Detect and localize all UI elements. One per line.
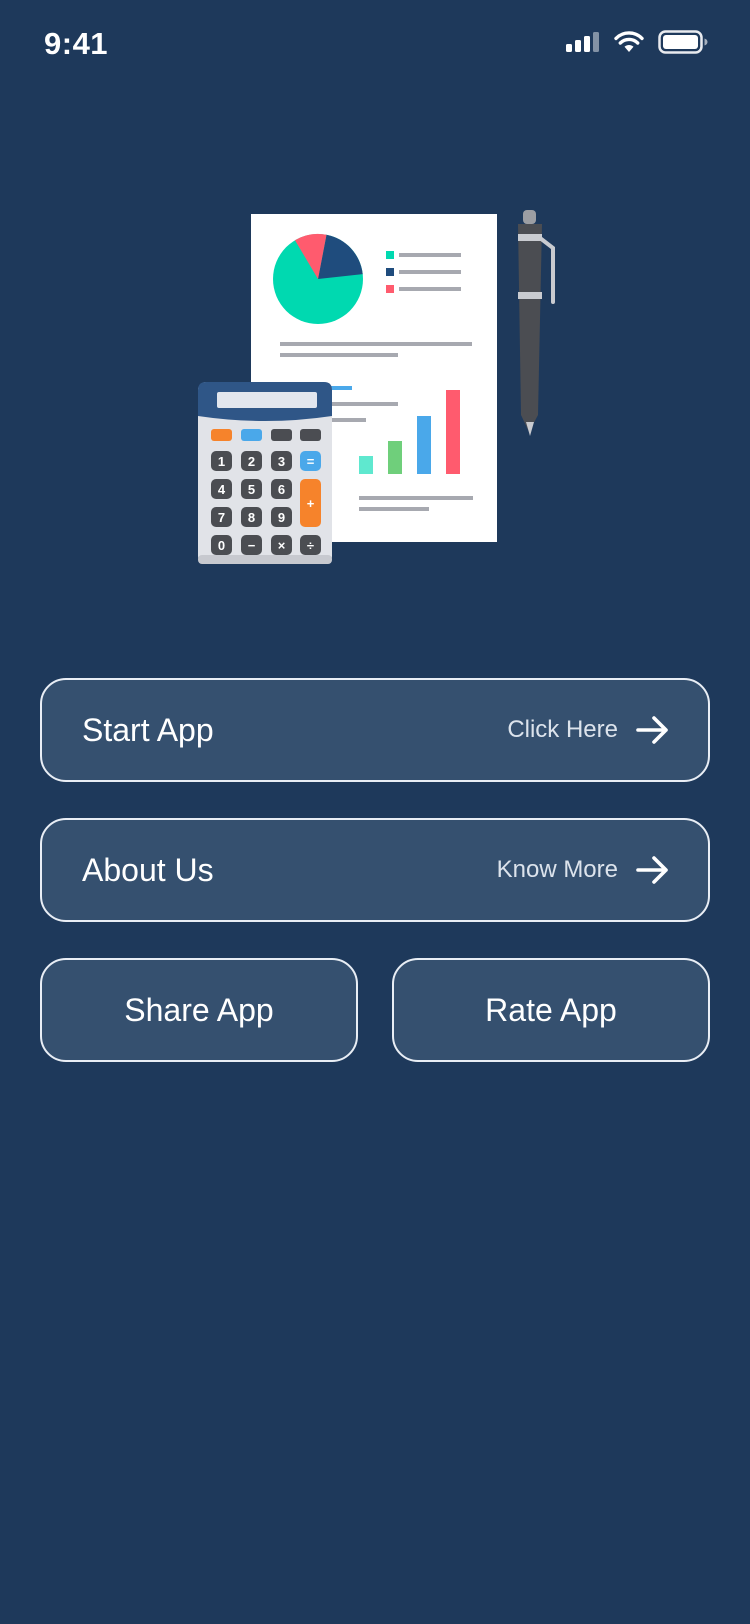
start-app-button[interactable]: Start App Click Here	[40, 678, 710, 782]
status-icons	[566, 30, 708, 54]
status-time: 9:41	[44, 26, 109, 61]
svg-text:0: 0	[218, 538, 225, 553]
finance-illustration: 1 2 3 = 4 5 6 + 7 8 9 0 − × ÷	[190, 200, 560, 570]
svg-text:8: 8	[248, 510, 255, 525]
pen-icon	[518, 210, 555, 436]
svg-text:+: +	[307, 496, 315, 511]
about-us-hint-group: Know More	[497, 856, 670, 884]
svg-text:×: ×	[278, 538, 286, 553]
svg-text:6: 6	[278, 482, 285, 497]
battery-icon	[658, 30, 708, 54]
start-app-hint: Click Here	[507, 716, 618, 743]
svg-text:=: =	[307, 454, 315, 469]
calculator-icon: 1 2 3 = 4 5 6 + 7 8 9 0 − × ÷	[198, 382, 332, 564]
report-calculator-illustration: 1 2 3 = 4 5 6 + 7 8 9 0 − × ÷	[198, 210, 555, 564]
status-bar: 9:41	[0, 0, 750, 90]
about-us-label: About Us	[82, 851, 214, 888]
start-app-label: Start App	[82, 711, 214, 748]
wifi-icon	[614, 31, 644, 52]
svg-text:÷: ÷	[307, 538, 314, 553]
svg-text:−: −	[248, 538, 256, 553]
about-us-hint: Know More	[496, 856, 618, 883]
rate-app-button[interactable]: Rate App	[392, 958, 710, 1062]
svg-text:2: 2	[248, 454, 255, 469]
arrow-right-icon	[636, 856, 668, 884]
share-app-button[interactable]: Share App	[40, 958, 358, 1062]
rate-app-label: Rate App	[485, 991, 617, 1028]
svg-text:9: 9	[278, 510, 285, 525]
svg-text:5: 5	[248, 482, 255, 497]
share-app-label: Share App	[124, 991, 274, 1028]
svg-text:3: 3	[278, 454, 285, 469]
svg-text:7: 7	[218, 510, 225, 525]
svg-text:4: 4	[218, 482, 226, 497]
start-app-hint-group: Click Here	[507, 716, 670, 744]
arrow-right-icon	[636, 716, 668, 744]
pie-chart-icon	[273, 233, 363, 324]
svg-text:1: 1	[218, 454, 225, 469]
about-us-button[interactable]: About Us Know More	[40, 818, 710, 922]
cellular-signal-icon	[566, 32, 599, 52]
